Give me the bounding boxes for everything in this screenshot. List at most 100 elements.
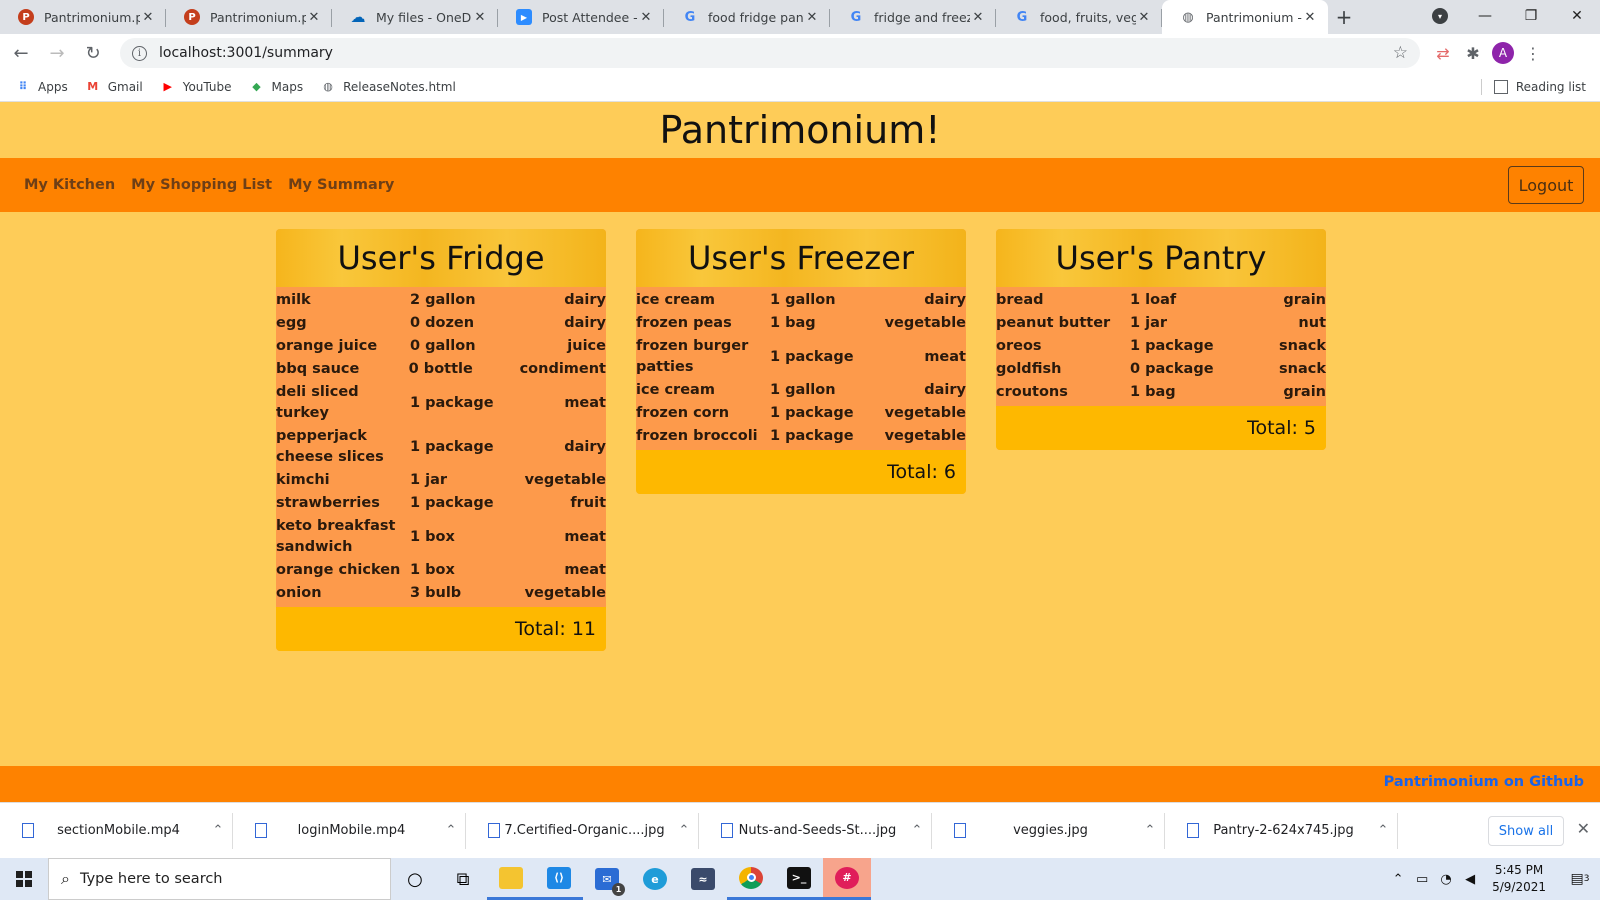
tab-close-icon[interactable]: ✕ [1302, 10, 1318, 25]
bookmark-item[interactable]: ◆ Maps [249, 79, 303, 95]
item-quantity: 1 package [410, 438, 494, 455]
windows-logo-icon [16, 871, 32, 887]
download-item[interactable]: loginMobile.mp4 ⌃ [233, 803, 466, 859]
address-bar[interactable]: i localhost:3001/summary ☆ [120, 38, 1420, 68]
close-window-button[interactable]: ✕ [1554, 0, 1600, 32]
site-info-icon[interactable]: i [132, 45, 147, 61]
mail-icon[interactable]: ✉ 1 [583, 858, 631, 900]
tab-close-icon[interactable]: ✕ [638, 10, 654, 25]
item-category: condiment [519, 361, 606, 377]
chevron-up-icon[interactable]: ⌃ [669, 823, 699, 838]
nav-my-summary[interactable]: My Summary [288, 177, 394, 193]
tab-close-icon[interactable]: ✕ [140, 10, 156, 25]
chevron-up-icon[interactable]: ⌃ [1135, 823, 1165, 838]
minimize-button[interactable]: — [1462, 0, 1508, 32]
wifi-icon[interactable]: ◔ [1434, 872, 1458, 887]
profile-button[interactable]: A [1488, 38, 1518, 68]
tab-close-icon[interactable]: ✕ [970, 10, 986, 25]
battery-icon[interactable]: ▭ [1410, 872, 1434, 887]
pantry-item-row: oreos 1 package snack [996, 335, 1326, 358]
url-text[interactable]: localhost:3001/summary [159, 45, 1393, 61]
item-category: vegetable [884, 315, 966, 331]
terminal-icon[interactable]: >_ [775, 858, 823, 900]
file-icon [22, 823, 34, 838]
item-quantity: 1 gallon [770, 382, 836, 398]
item-quantity: 1 jar [1130, 315, 1168, 331]
clock[interactable]: 5:45 PM 5/9/2021 [1492, 862, 1546, 896]
download-item[interactable]: Nuts-and-Seeds-St....jpg ⌃ [699, 803, 932, 859]
browser-tab[interactable]: Gfood, fruits, veggie✕ [996, 0, 1162, 34]
item-quantity: 1 jar [410, 472, 448, 488]
nav-my-kitchen[interactable]: My Kitchen [24, 177, 115, 193]
bookmark-item[interactable]: ▶ YouTube [160, 79, 231, 95]
chevron-up-icon[interactable]: ⌃ [1386, 872, 1410, 887]
chevron-up-icon[interactable]: ⌃ [203, 823, 233, 838]
chrome-logo-icon [739, 866, 763, 889]
chrome-icon[interactable] [727, 858, 775, 900]
item-quantity: 1 box [410, 528, 455, 545]
browser-tab[interactable]: ☁ My files - OneDrive✕ [332, 0, 498, 34]
reload-icon[interactable]: ↻ [78, 38, 108, 68]
reading-list-button[interactable]: Reading list [1480, 79, 1586, 95]
start-button[interactable] [0, 858, 48, 900]
github-link[interactable]: Pantrimonium on Github [1384, 774, 1584, 790]
menu-kebab-icon[interactable]: ⋮ [1518, 38, 1548, 68]
item-category: vegetable [884, 428, 966, 444]
item-category: juice [567, 338, 606, 354]
tab-close-icon[interactable]: ✕ [472, 10, 488, 25]
download-item[interactable]: 7.Certified-Organic....jpg ⌃ [466, 803, 699, 859]
download-item[interactable]: Pantry-2-624x745.jpg ⌃ [1165, 803, 1398, 859]
chevron-up-icon[interactable]: ⌃ [1368, 823, 1398, 838]
download-item[interactable]: sectionMobile.mp4 ⌃ [0, 803, 233, 859]
browser-tab[interactable]: Gfood fridge pantry✕ [664, 0, 830, 34]
forward-icon[interactable]: → [42, 38, 72, 68]
browser-tab[interactable]: Gfridge and freezer s✕ [830, 0, 996, 34]
browser-tab[interactable]: P Pantrimonium.pptx✕ [166, 0, 332, 34]
chevron-up-icon[interactable]: ⌃ [436, 823, 466, 838]
browser-tab[interactable]: ◍ Pantrimonium - Ho✕ [1162, 0, 1328, 34]
cortana-icon[interactable]: ○ [391, 858, 439, 900]
notification-center-icon[interactable]: ▤ 3 [1560, 871, 1600, 887]
vscode-icon[interactable]: ⟨⟩ [535, 858, 583, 900]
fridge-item-row: strawberries 1 package fruit [276, 492, 606, 515]
item-category: grain [1283, 292, 1326, 308]
browser-tab[interactable]: P Pantrimonium.pptx✕ [0, 0, 166, 34]
slack-icon[interactable]: # [823, 858, 871, 900]
back-icon[interactable]: ← [6, 38, 36, 68]
web-page: Pantrimonium! My Kitchen My Shopping Lis… [0, 102, 1600, 802]
window-controls: — ❐ ✕ [1462, 0, 1600, 32]
new-tab-button[interactable]: + [1328, 0, 1360, 34]
bookmark-item[interactable]: ◍ ReleaseNotes.html [320, 79, 456, 95]
close-downloads-icon[interactable]: ✕ [1577, 819, 1590, 838]
pantry-total: Total: 5 [996, 406, 1326, 450]
task-view-icon[interactable]: ⧉ [439, 858, 487, 900]
bookmark-star-icon[interactable]: ☆ [1393, 43, 1408, 63]
bookmark-item[interactable]: M Gmail [85, 79, 143, 95]
logout-button[interactable]: Logout [1508, 166, 1584, 204]
google-icon: G [1016, 9, 1028, 25]
bookmark-item[interactable]: ⠿ Apps [15, 79, 68, 95]
nav-my-shopping-list[interactable]: My Shopping List [131, 177, 272, 193]
extension-cast-icon[interactable]: ⇄ [1428, 38, 1458, 68]
extensions-puzzle-icon[interactable]: ✱ [1458, 38, 1488, 68]
onedrive-icon: ☁ [350, 8, 366, 26]
tab-close-icon[interactable]: ✕ [804, 10, 820, 25]
file-explorer-icon[interactable] [487, 858, 535, 900]
tab-close-icon[interactable]: ✕ [306, 10, 322, 25]
sql-tool-icon[interactable]: ≈ [679, 858, 727, 900]
restore-button[interactable]: ❐ [1508, 0, 1554, 32]
tab-title: food, fruits, veggie [1040, 9, 1136, 25]
item-name: peanut butter [996, 315, 1111, 331]
volume-icon[interactable]: ◀ [1458, 872, 1482, 887]
taskbar-search-box[interactable]: ⌕ Type here to search [48, 858, 391, 900]
tab-search-icon[interactable]: ▾ [1432, 8, 1448, 24]
edge-icon[interactable]: e [631, 858, 679, 900]
browser-tab[interactable]: ▶ Post Attendee - Zoom✕ [498, 0, 664, 34]
file-icon [721, 823, 733, 838]
chevron-up-icon[interactable]: ⌃ [902, 823, 932, 838]
tab-close-icon[interactable]: ✕ [1136, 10, 1152, 25]
download-item[interactable]: veggies.jpg ⌃ [932, 803, 1165, 859]
show-all-downloads-button[interactable]: Show all [1488, 816, 1564, 846]
download-filename: veggies.jpg [1013, 823, 1088, 838]
download-list: sectionMobile.mp4 ⌃ loginMobile.mp4 ⌃ 7.Cert… [0, 803, 1398, 859]
